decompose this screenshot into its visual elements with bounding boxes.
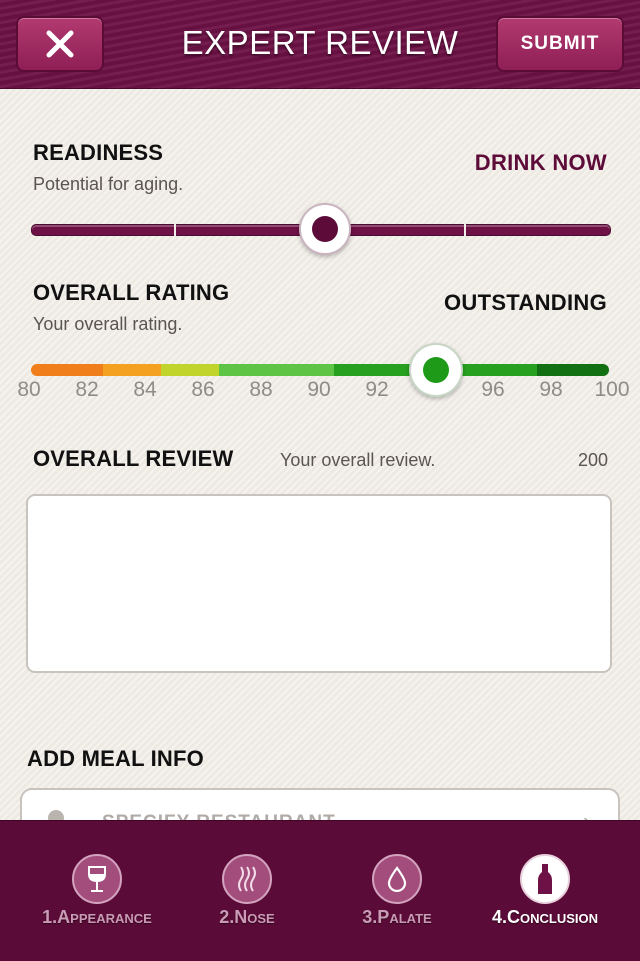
header-bar: EXPERT REVIEW SUBMIT	[0, 0, 640, 89]
tab-conclusion-label: 4.Conclusion	[491, 907, 598, 927]
rating-segment	[219, 364, 334, 376]
readiness-subtitle: Potential for aging.	[33, 174, 184, 194]
tab-palate[interactable]: 3.Palate	[317, 821, 477, 961]
tab-appearance-label: 1.Appearance	[42, 907, 152, 927]
scale-label: 82	[75, 378, 99, 401]
scale-label: 90	[307, 378, 331, 401]
rating-track[interactable]	[31, 364, 609, 376]
bottle-icon	[520, 854, 570, 904]
aroma-icon	[222, 854, 272, 904]
readiness-knob-dot	[312, 216, 338, 242]
rating-subtitle: Your overall rating.	[33, 314, 183, 334]
tab-nose[interactable]: 2.Nose	[167, 821, 327, 961]
readiness-slider-knob[interactable]	[299, 203, 351, 255]
tab-palate-label: 3.Palate	[362, 907, 432, 927]
readiness-tick	[464, 221, 466, 237]
rating-value: OUTSTANDING	[444, 290, 607, 315]
scale-label: 84	[133, 378, 157, 401]
review-label: OVERALL REVIEW	[33, 446, 234, 471]
meal-section-label: ADD MEAL INFO	[27, 746, 204, 771]
scale-label: 88	[249, 378, 273, 401]
rating-segment	[31, 364, 103, 376]
tab-nose-label: 2.Nose	[219, 907, 275, 927]
char-counter: 200	[577, 450, 608, 470]
droplet-icon	[372, 854, 422, 904]
rating-label: OVERALL RATING	[33, 280, 230, 305]
review-hint: Your overall review.	[280, 450, 436, 470]
rating-segment	[103, 364, 161, 376]
scale-label: 86	[191, 378, 215, 401]
tab-conclusion[interactable]: 4.Conclusion	[465, 821, 625, 961]
readiness-value: DRINK NOW	[474, 150, 607, 175]
scale-label: 98	[539, 378, 563, 401]
readiness-tick	[174, 221, 176, 237]
review-textarea[interactable]	[26, 494, 612, 673]
tab-bar: 1.Appearance 2.Nose 3.Palate 4.Conclusio…	[0, 820, 640, 961]
scale-label: 96	[481, 378, 505, 401]
readiness-label: READINESS	[33, 140, 164, 165]
scale-label: 100	[594, 378, 630, 401]
rating-segment	[161, 364, 219, 376]
rating-segment	[537, 364, 609, 376]
rating-slider-knob[interactable]	[409, 343, 463, 397]
scale-label: 80	[17, 378, 41, 401]
tab-appearance[interactable]: 1.Appearance	[17, 821, 177, 961]
submit-button[interactable]: SUBMIT	[496, 16, 624, 72]
rating-knob-dot	[423, 357, 449, 383]
wine-glass-icon	[72, 854, 122, 904]
scale-label: 92	[365, 378, 389, 401]
